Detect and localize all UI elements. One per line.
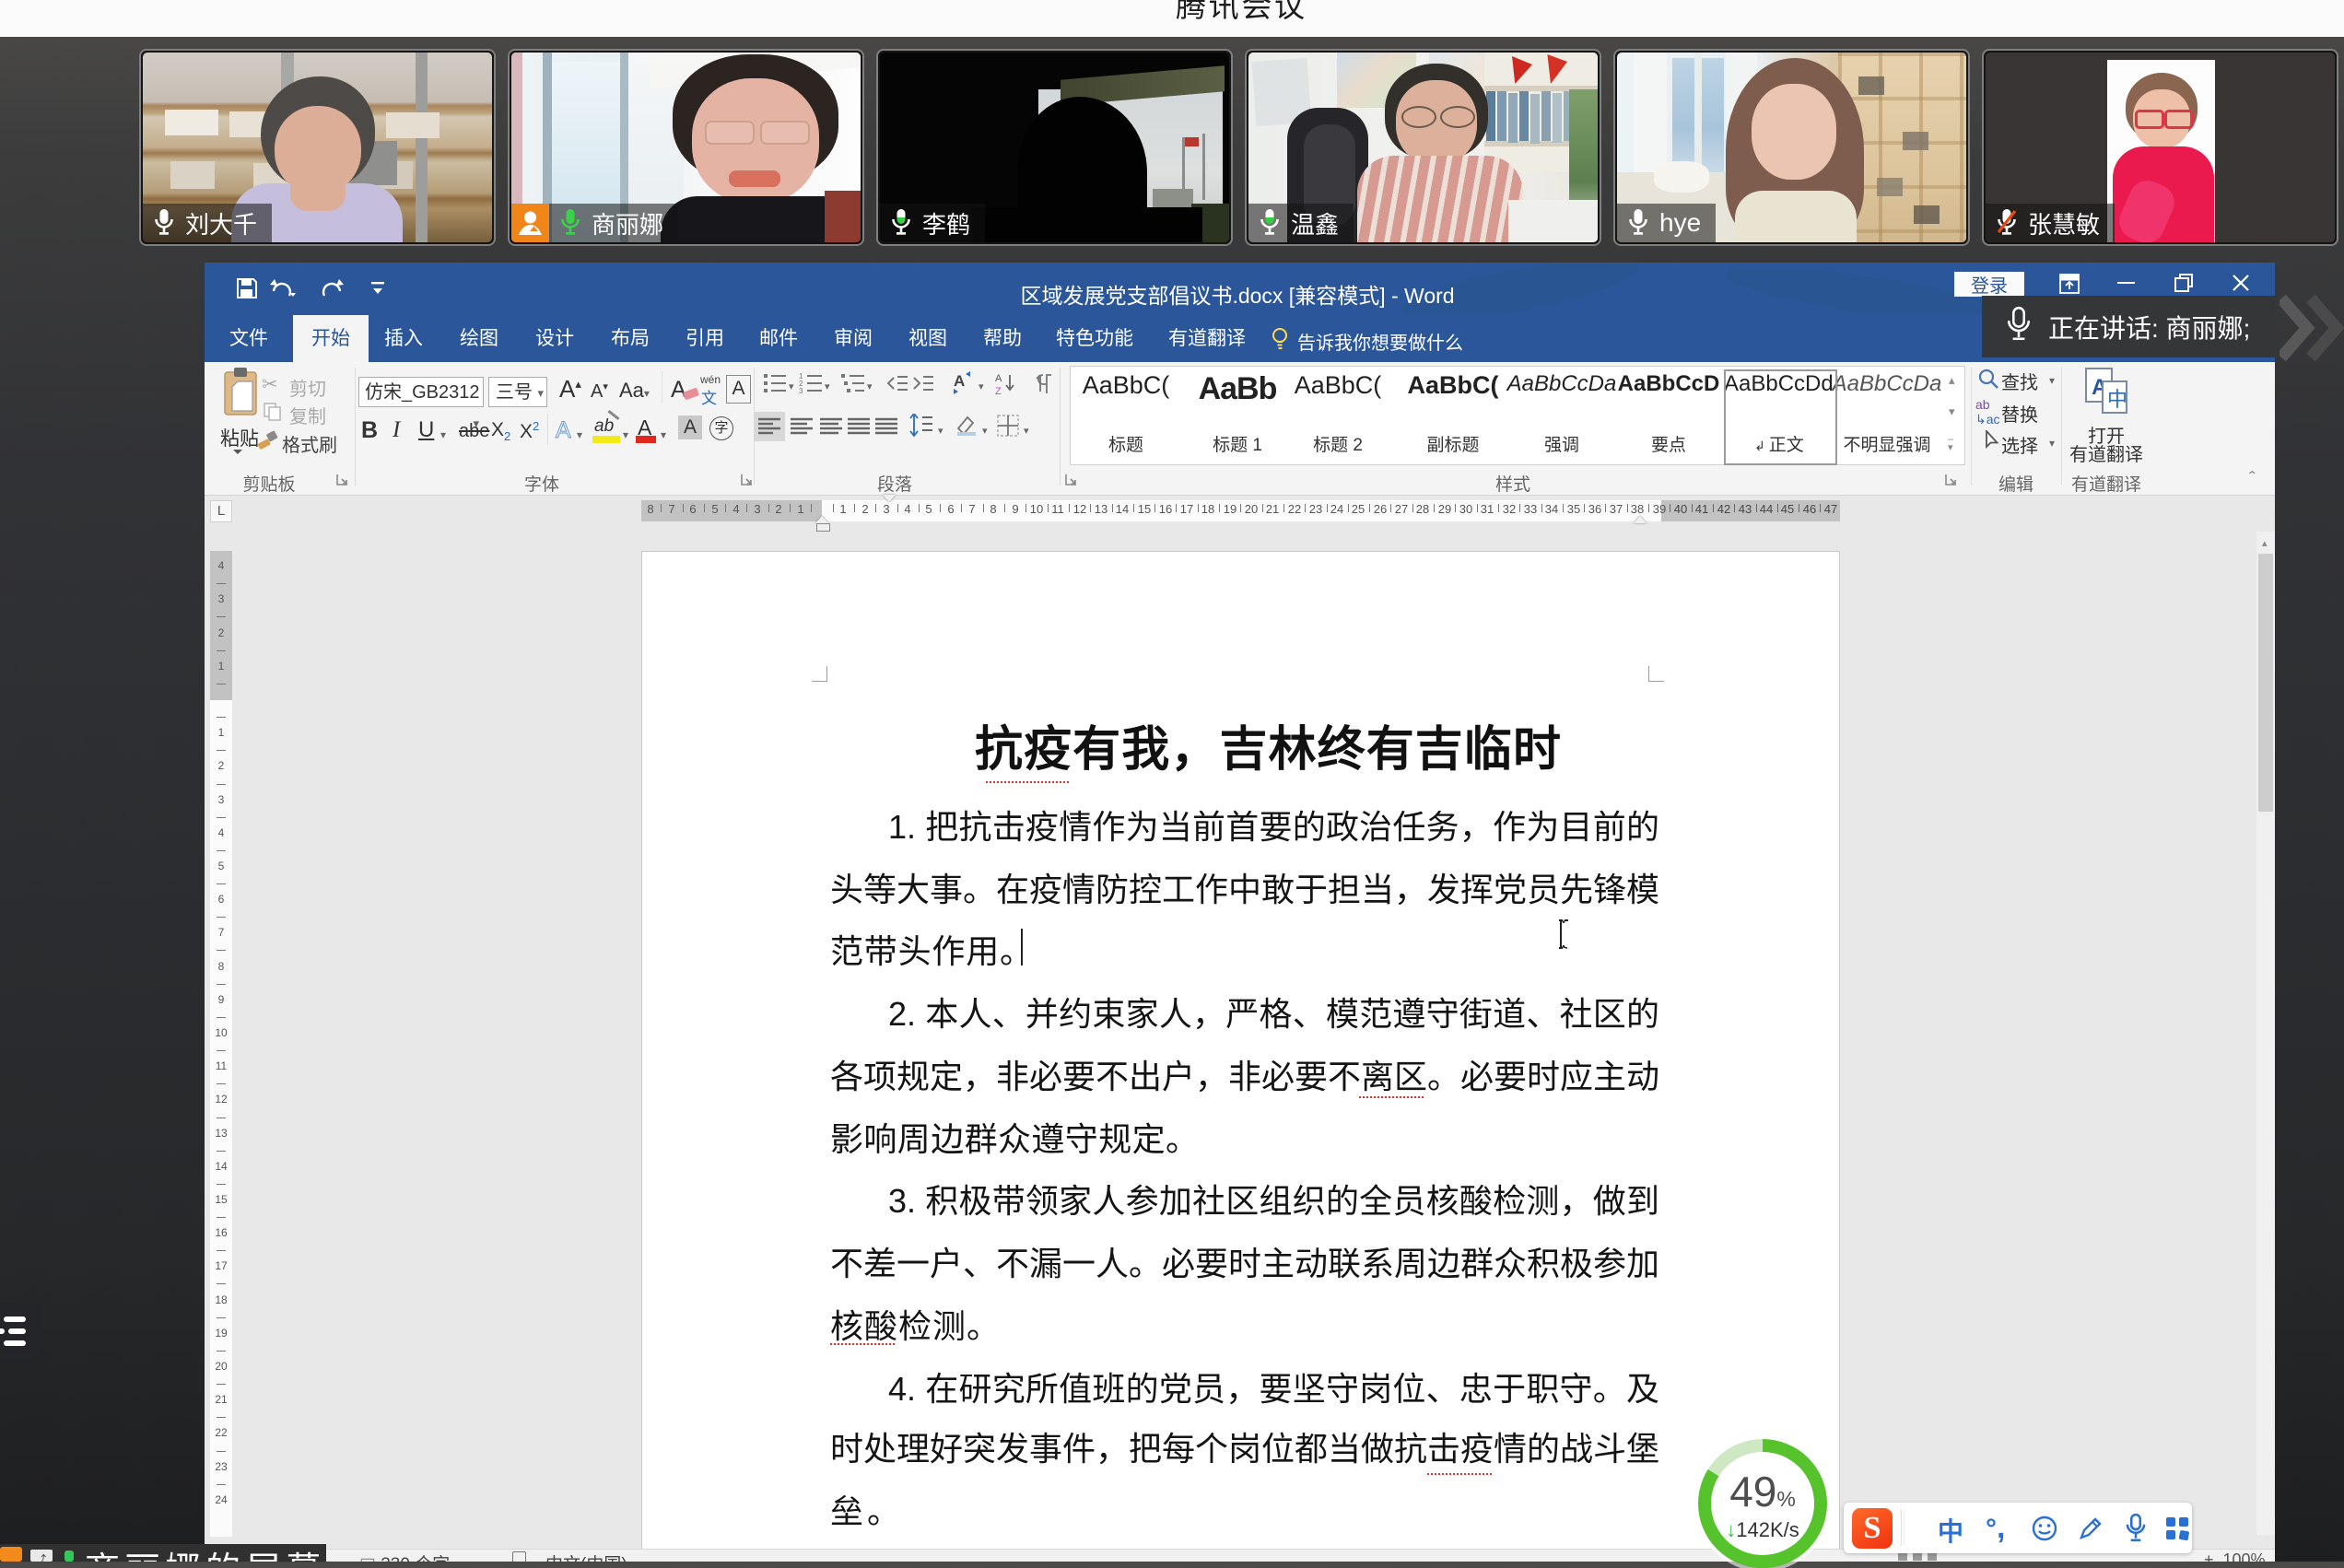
svg-text:Z: Z <box>995 386 1002 395</box>
svg-text:中: 中 <box>2107 388 2127 411</box>
svg-text:3: 3 <box>799 387 803 394</box>
svg-text:A: A <box>954 372 965 390</box>
svg-text:A: A <box>995 373 1002 384</box>
